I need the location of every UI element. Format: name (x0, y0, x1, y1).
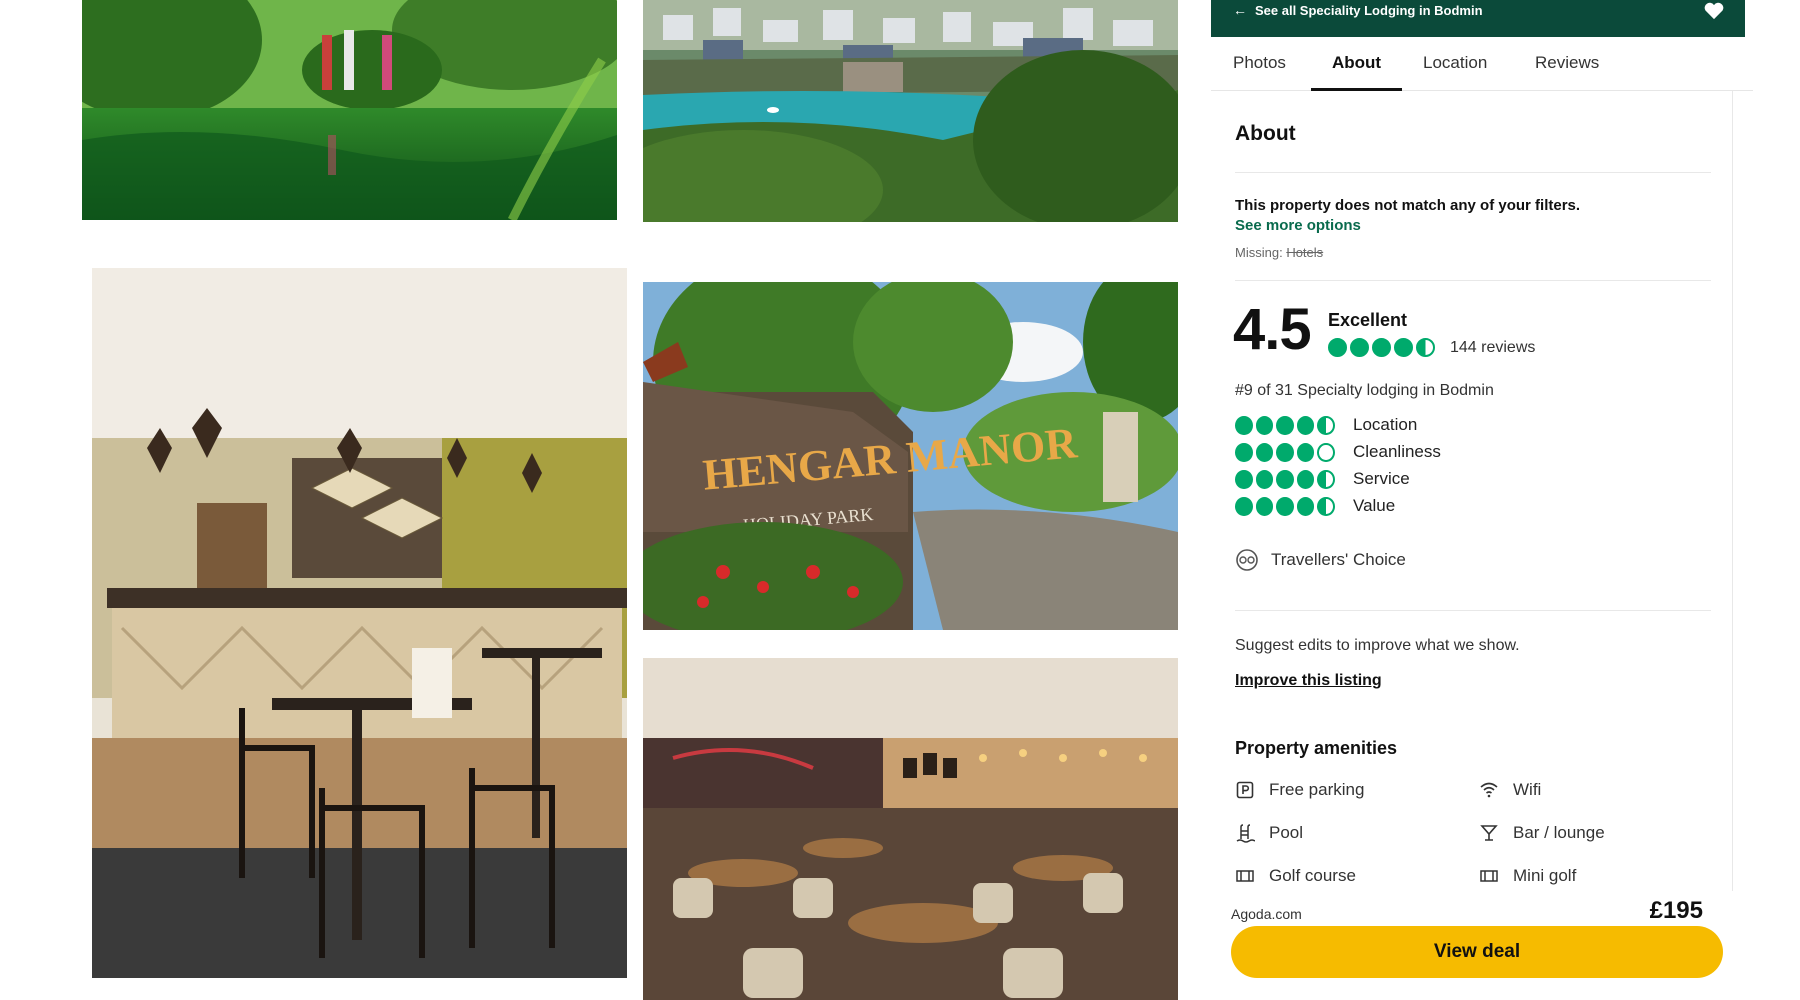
missing-label: Missing: (1235, 245, 1283, 260)
rating-bubble (1255, 469, 1274, 489)
section-tabs: Photos About Location Reviews (1211, 37, 1753, 91)
amenity-free-parking: Free parking (1235, 780, 1364, 800)
rating-bubble (1416, 338, 1435, 357)
pool-icon (1236, 824, 1255, 843)
value-rating-bubbles (1235, 496, 1335, 516)
suggest-edits-text: Suggest edits to improve what we show. (1235, 637, 1520, 654)
harbour-image (643, 0, 1178, 222)
category-rating-value: Value (1235, 495, 1395, 517)
category-label: Value (1353, 496, 1396, 515)
amenity-label: Bar / lounge (1513, 823, 1605, 842)
filter-mismatch-message: This property does not match any of your… (1235, 197, 1581, 214)
rating-bubble (1276, 469, 1294, 489)
amenity-mini-golf: Mini golf (1479, 866, 1576, 886)
panel-topbar: ← See all Speciality Lodging in Bodmin (1211, 0, 1745, 37)
rating-word: Excellent (1328, 310, 1408, 330)
rating-bubble (1328, 338, 1347, 357)
cleanliness-rating-bubbles (1235, 442, 1335, 462)
rating-bubble (1394, 338, 1413, 357)
amenity-label: Wifi (1513, 780, 1542, 799)
bar-interior-image (92, 268, 627, 978)
rating-bubble (1276, 442, 1294, 462)
photo-golf-lake[interactable] (82, 0, 617, 220)
rating-bubble (1350, 338, 1369, 357)
property-panel: ← See all Speciality Lodging in Bodmin P… (1211, 0, 1753, 1000)
mini-golf-icon (1480, 870, 1498, 882)
rating-bubble (1296, 469, 1315, 489)
category-label: Service (1353, 469, 1410, 488)
review-count-link[interactable]: 144 reviews (1450, 339, 1535, 357)
category-rating-cleanliness: Cleanliness (1235, 441, 1441, 463)
rating-bubble (1276, 496, 1294, 516)
divider (1235, 280, 1711, 281)
rating-bubble (1235, 469, 1253, 489)
deal-provider: Agoda.com (1231, 906, 1302, 922)
entrance-sign-image: HENGAR MANOR HOLIDAY PARK (643, 282, 1178, 630)
lounge-interior-image (643, 658, 1178, 1000)
rating-bubble (1255, 496, 1274, 516)
rating-score: 4.5 (1233, 297, 1312, 362)
photo-bar-interior[interactable] (92, 268, 627, 978)
category-label: Location (1353, 415, 1418, 434)
photo-lounge-interior[interactable] (643, 658, 1178, 1000)
improve-listing-link[interactable]: Improve this listing (1235, 672, 1382, 690)
missing-filters-note: Missing: Hotels (1235, 245, 1323, 260)
rating-bubble (1296, 442, 1315, 462)
rating-bubble (1255, 415, 1274, 435)
deal-price: £195 (1649, 897, 1703, 924)
travellers-choice-badge: Travellers' Choice (1235, 548, 1406, 572)
rating-bubble (1235, 415, 1253, 435)
rating-bubble (1235, 442, 1253, 462)
location-rating-bubbles (1235, 415, 1335, 435)
tab-reviews[interactable]: Reviews (1535, 37, 1599, 91)
overall-rating-bubbles (1328, 338, 1435, 357)
rating-bubble (1296, 415, 1315, 435)
parking-icon (1236, 781, 1254, 799)
save-heart-icon[interactable] (1703, 2, 1725, 20)
see-more-options-link[interactable]: See more options (1235, 217, 1361, 234)
travellers-choice-label: Travellers' Choice (1271, 550, 1406, 569)
rating-bubble (1296, 496, 1315, 516)
category-label: Cleanliness (1353, 442, 1441, 461)
amenity-label: Free parking (1269, 780, 1365, 799)
rating-bubble (1276, 415, 1294, 435)
amenity-bar-lounge: Bar / lounge (1479, 823, 1605, 843)
golf-icon (1236, 870, 1254, 882)
rating-bubble (1317, 442, 1335, 462)
photo-entrance-sign[interactable]: HENGAR MANOR HOLIDAY PARK (643, 282, 1178, 630)
missing-filter-value: Hotels (1286, 245, 1324, 260)
view-deal-button[interactable]: View deal (1231, 926, 1723, 978)
ranking-text: #9 of 31 Specialty lodging in Bodmin (1235, 382, 1494, 399)
tab-about[interactable]: About (1311, 37, 1402, 91)
amenity-golf-course: Golf course (1235, 866, 1356, 886)
travellers-choice-icon (1236, 549, 1258, 571)
see-all-lodging-link[interactable]: ← See all Speciality Lodging in Bodmin (1233, 0, 1483, 20)
see-all-lodging-label: See all Speciality Lodging in Bodmin (1255, 2, 1483, 18)
rating-bubble (1317, 415, 1335, 435)
category-rating-location: Location (1235, 414, 1417, 436)
service-rating-bubbles (1235, 469, 1335, 489)
amenities-heading: Property amenities (1235, 738, 1398, 758)
about-heading: About (1235, 122, 1296, 145)
amenity-wifi: Wifi (1479, 780, 1541, 800)
tab-location[interactable]: Location (1423, 37, 1487, 91)
category-rating-service: Service (1235, 468, 1410, 490)
back-arrow-icon: ← (1233, 2, 1247, 18)
divider (1235, 610, 1711, 611)
rating-bubble (1317, 496, 1335, 516)
golf-lake-image (82, 0, 617, 220)
tab-photos[interactable]: Photos (1233, 37, 1286, 91)
amenity-label: Mini golf (1513, 866, 1577, 885)
divider (1235, 172, 1711, 173)
amenity-label: Pool (1269, 823, 1304, 842)
rating-bubble (1317, 469, 1335, 489)
rating-bubble (1372, 338, 1391, 357)
amenity-pool: Pool (1235, 823, 1303, 843)
rating-bubble (1255, 442, 1274, 462)
rating-bubble (1235, 496, 1253, 516)
amenity-label: Golf course (1269, 866, 1356, 885)
photo-harbour[interactable] (643, 0, 1178, 222)
wifi-icon (1480, 782, 1498, 798)
cocktail-icon (1480, 825, 1498, 841)
